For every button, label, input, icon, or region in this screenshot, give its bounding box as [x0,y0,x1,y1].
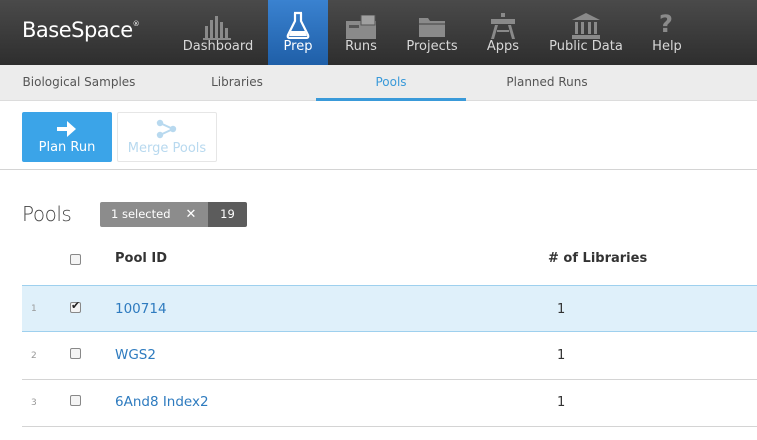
plan-run-button[interactable]: Plan Run [22,112,112,162]
total-count-badge: 19 [208,202,247,227]
nav-label: Runs [345,39,377,54]
tab-libraries[interactable]: Libraries [158,65,316,101]
nav-label: Public Data [549,39,623,54]
table-row[interactable]: 2 WGS2 1 [22,333,757,380]
tab-planned-runs[interactable]: Planned Runs [466,65,628,101]
nav-label: Dashboard [182,39,254,54]
nav-label: Apps [486,39,520,54]
sub-nav-bar: Biological Samples Libraries Pools Plann… [0,65,757,101]
toolbar-divider [0,169,757,170]
tab-label: Planned Runs [506,75,588,89]
tab-label: Libraries [211,75,263,89]
pool-id-link[interactable]: WGS2 [115,347,156,363]
nav-apps[interactable]: Apps [480,0,526,65]
clear-selection-icon[interactable]: ✕ [184,202,198,227]
merge-pools-button[interactable]: Merge Pools [117,112,217,162]
select-all-checkbox[interactable] [70,254,81,265]
brand-logo[interactable]: BaseSpace® [22,18,140,42]
row-checkbox[interactable] [70,348,81,359]
tab-label: Biological Samples [22,75,136,89]
apps-icon [480,0,526,40]
library-count: 1 [557,395,566,410]
row-checkbox[interactable] [70,299,81,313]
library-count: 1 [557,348,566,363]
nav-label: Projects [406,39,458,54]
merge-icon [118,113,216,141]
arrow-right-icon [22,112,112,140]
column-header-libraries[interactable]: # of Libraries [548,251,647,266]
tab-label: Pools [375,75,407,89]
bank-icon [540,0,632,40]
plan-run-label: Plan Run [38,140,96,155]
bar-chart-icon [178,0,258,40]
table-row[interactable]: 3 6And8 Index2 1 [22,380,757,427]
tab-biological-samples[interactable]: Biological Samples [0,65,158,101]
column-header-pool-id[interactable]: Pool ID [115,251,167,266]
page-title: Pools [22,202,72,226]
tab-pools[interactable]: Pools [316,65,466,101]
table-row[interactable]: 1 100714 1 [22,285,757,332]
runs-icon [336,0,386,40]
library-count: 1 [557,302,566,317]
pool-id-link[interactable]: 100714 [115,301,167,317]
row-number: 1 [31,304,37,314]
nav-public-data[interactable]: Public Data [540,0,632,65]
row-number: 3 [31,398,37,408]
nav-label: Help [652,39,682,54]
brand-mark: ® [132,20,140,28]
brand-name: BaseSpace [22,18,133,42]
row-number: 2 [31,351,37,361]
nav-projects[interactable]: Projects [398,0,466,65]
question-icon: ? [659,10,673,38]
flask-icon [268,0,328,40]
nav-label: Prep [283,39,313,54]
merge-pools-label: Merge Pools [127,141,207,156]
nav-runs[interactable]: Runs [336,0,386,65]
nav-help[interactable]: ? Help [644,0,690,65]
row-checkbox[interactable] [70,395,81,406]
pool-id-link[interactable]: 6And8 Index2 [115,394,209,410]
nav-prep[interactable]: Prep [268,0,328,65]
nav-dashboard[interactable]: Dashboard [178,0,258,65]
top-nav-bar: BaseSpace® Dashboard Prep Runs Projects … [0,0,757,65]
folder-icon [398,0,466,40]
